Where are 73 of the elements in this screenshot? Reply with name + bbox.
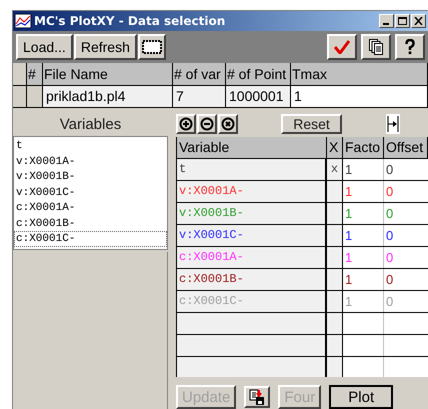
table-cell-text: 0 xyxy=(385,204,394,223)
column-header: Offset xyxy=(384,136,428,158)
table-cell: 7 xyxy=(173,86,226,107)
table-cell: v:X0001A- xyxy=(177,180,327,202)
table-cell: 1 xyxy=(291,86,428,107)
table-cell: 1 xyxy=(343,290,384,312)
documents-icon xyxy=(369,39,383,55)
clear-button[interactable] xyxy=(218,114,238,134)
close-icon xyxy=(414,17,423,25)
refresh-button[interactable]: Refresh xyxy=(74,34,137,60)
window-title: MC's PlotXY - Data selection xyxy=(34,13,226,30)
help-button[interactable] xyxy=(395,34,425,60)
dotted-frame-icon xyxy=(142,40,162,54)
table-cell-text: 0 xyxy=(385,292,394,311)
list-item[interactable]: v:X0001C- xyxy=(14,184,167,200)
export-button[interactable] xyxy=(244,386,270,408)
table-cell: t xyxy=(177,158,327,180)
table-cell: v:X0001C- xyxy=(177,224,327,246)
reset-button[interactable]: Reset xyxy=(281,114,342,134)
circled-x-icon xyxy=(221,116,235,131)
save-icon xyxy=(249,389,266,405)
split-button[interactable] xyxy=(386,114,400,134)
table-cell: 1 xyxy=(343,158,384,180)
column-header: # xyxy=(27,63,43,85)
column-header: File Name xyxy=(43,63,173,85)
table-cell-text: 0 xyxy=(385,248,394,267)
load-button[interactable]: Load... xyxy=(16,34,73,60)
frame-button[interactable] xyxy=(138,34,166,60)
list-item[interactable]: c:X0001C- xyxy=(14,231,167,246)
column-header: Tmax xyxy=(291,63,428,85)
maximize-button[interactable] xyxy=(395,14,410,28)
table-cell: x xyxy=(327,158,343,180)
table-cell-text: 0 xyxy=(385,182,394,201)
minimize-button[interactable] xyxy=(379,14,394,28)
maximize-icon xyxy=(398,17,407,25)
remove-button[interactable] xyxy=(197,114,217,134)
table-cell-text: 0 xyxy=(385,160,394,179)
table-cell: 1 xyxy=(343,202,384,224)
plot-button[interactable]: Plot xyxy=(329,385,394,409)
table-cell: c:X0001B- xyxy=(177,268,327,290)
add-button[interactable] xyxy=(176,114,196,134)
column-header: X xyxy=(327,136,343,158)
table-cell: 1 xyxy=(343,224,384,246)
column-header: Variable xyxy=(177,136,327,158)
arrow-to-bar-icon xyxy=(387,116,399,132)
table-cell: 1 xyxy=(343,246,384,268)
table-cell: 1 xyxy=(343,180,384,202)
row-header[interactable] xyxy=(13,86,27,107)
checkmark-icon xyxy=(334,40,350,54)
ok-button[interactable] xyxy=(327,34,357,60)
table-cell: v:X0001B- xyxy=(177,202,327,224)
column-header: Facto xyxy=(343,136,384,158)
variables-title: Variables xyxy=(58,115,122,134)
copy-button[interactable] xyxy=(361,34,391,60)
close-button[interactable] xyxy=(411,14,426,28)
table-cell: c:X0001A- xyxy=(177,246,327,268)
column-header: # of var xyxy=(173,63,226,85)
table-cell: 1 xyxy=(343,268,384,290)
circled-minus-icon xyxy=(200,116,214,131)
table-cell: c:X0001C- xyxy=(177,290,327,312)
table-cell-text: 0 xyxy=(385,270,394,289)
column-header: # of Point xyxy=(226,63,291,85)
list-item[interactable]: c:X0001B- xyxy=(14,216,167,231)
chart-icon xyxy=(15,14,31,28)
list-item[interactable]: v:X0001B- xyxy=(14,169,167,184)
table-cell-text: 0 xyxy=(385,226,394,245)
help-icon xyxy=(405,39,415,55)
table-cell: priklad1b.pl4 xyxy=(43,86,173,107)
list-item[interactable]: c:X0001A- xyxy=(14,200,167,216)
table-cell: 1000001 xyxy=(226,86,291,107)
circled-plus-icon xyxy=(179,116,193,131)
list-item[interactable]: t xyxy=(14,138,167,154)
list-item[interactable]: v:X0001A- xyxy=(14,154,167,169)
